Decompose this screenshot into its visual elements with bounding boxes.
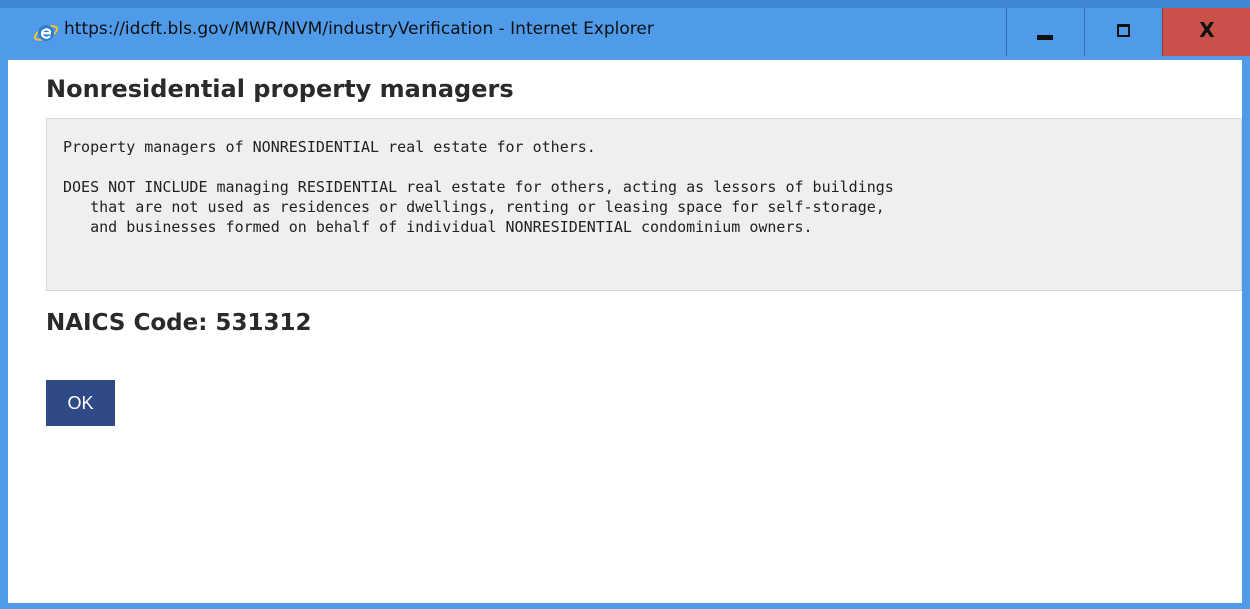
- description-line: Property managers of NONRESIDENTIAL real…: [63, 138, 596, 156]
- description-line: and businesses formed on behalf of indiv…: [63, 218, 813, 236]
- minimize-button[interactable]: [1006, 8, 1084, 56]
- ok-button[interactable]: OK: [46, 380, 115, 426]
- maximize-button[interactable]: [1084, 8, 1162, 56]
- title-bar[interactable]: https://idcft.bls.gov/MWR/NVM/industryVe…: [0, 0, 1250, 60]
- close-icon: X: [1199, 18, 1215, 42]
- browser-popup-window: https://idcft.bls.gov/MWR/NVM/industryVe…: [0, 0, 1250, 609]
- minimize-icon: [1037, 35, 1053, 40]
- dialog-content: Nonresidential property managers Propert…: [8, 60, 1242, 603]
- close-button[interactable]: X: [1162, 8, 1250, 56]
- industry-heading: Nonresidential property managers: [46, 75, 514, 103]
- window-title: https://idcft.bls.gov/MWR/NVM/industryVe…: [64, 19, 654, 39]
- industry-description-box: Property managers of NONRESIDENTIAL real…: [46, 118, 1242, 291]
- title-bar-top-strip: [0, 0, 1250, 8]
- maximize-icon: [1117, 24, 1130, 37]
- description-line: DOES NOT INCLUDE managing RESIDENTIAL re…: [63, 178, 894, 196]
- internet-explorer-icon: [33, 25, 59, 41]
- naics-code: NAICS Code: 531312: [46, 310, 312, 336]
- description-line: that are not used as residences or dwell…: [63, 198, 885, 216]
